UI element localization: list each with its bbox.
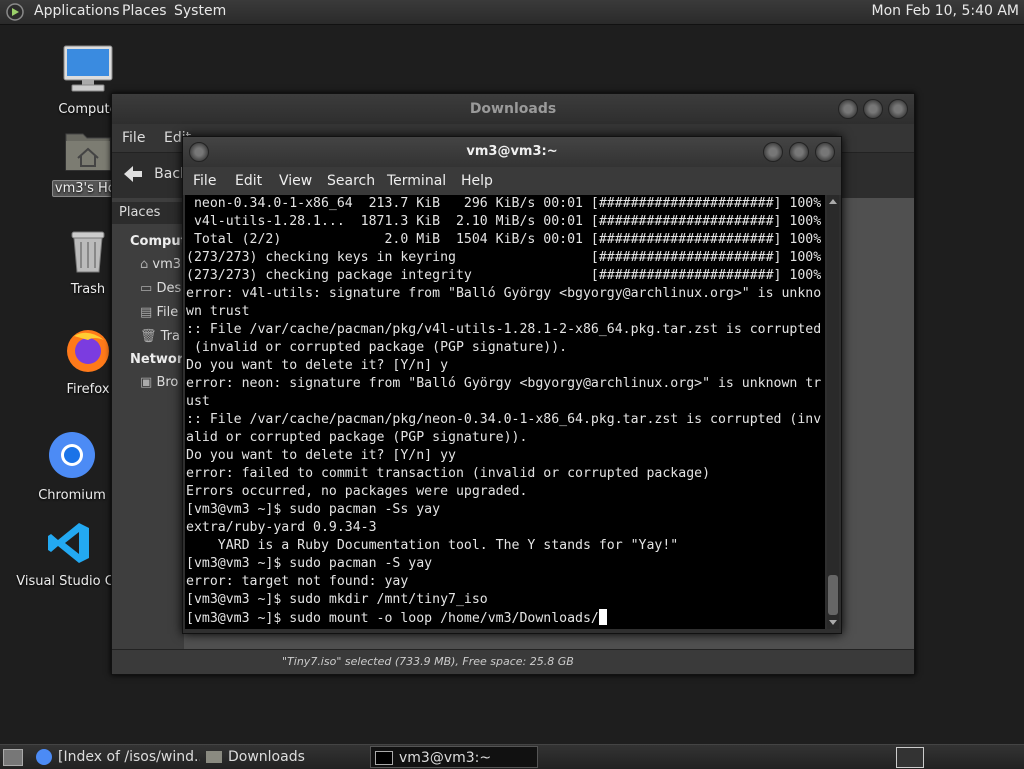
clock[interactable]: Mon Feb 10, 5:40 AM (872, 3, 1019, 19)
scrollbar-thumb[interactable] (828, 575, 838, 615)
firefox-icon (67, 330, 109, 372)
terminal-line: alid or corrupted package (PGP signature… (186, 430, 528, 445)
taskbar-item-terminal[interactable]: vm3@vm3:~ (370, 746, 538, 768)
applications-menu[interactable]: Applications (34, 3, 120, 19)
window-title: vm3@vm3:~ (466, 144, 558, 159)
terminal-line: v4l-utils-1.28.1... 1871.3 KiB 2.10 MiB/… (186, 214, 822, 229)
terminal-titlebar[interactable]: vm3@vm3:~ (183, 137, 841, 167)
terminal-menubar: File Edit View Search Terminal Help (183, 167, 841, 195)
chromium-icon (49, 432, 95, 478)
desktop-icon-label: Visual Studio Co (16, 574, 122, 589)
workspace-switcher[interactable] (896, 747, 924, 768)
places-menu[interactable]: Places (122, 3, 167, 19)
scroll-up-icon[interactable] (829, 199, 837, 204)
terminal-line: ust (186, 394, 210, 409)
terminal-line: error: target not found: yay (186, 574, 409, 589)
sidebar-item-browse-network[interactable]: ▣ Bro (140, 375, 178, 390)
terminal-screen[interactable]: neon-0.34.0-1-x86_64 213.7 KiB 296 KiB/s… (185, 195, 825, 629)
sidebar-item-home[interactable]: ⌂ vm3 (140, 257, 181, 272)
sidebar-item-label: Bro (156, 375, 179, 390)
terminal-line: Errors occurred, no packages were upgrad… (186, 484, 528, 499)
taskbar-item-browser[interactable]: [Index of /isos/wind... (36, 746, 200, 768)
terminal-icon (375, 751, 393, 765)
folder-icon (206, 751, 222, 763)
terminal-line: Total (2/2) 2.0 MiB 1504 KiB/s 00:01 [##… (186, 232, 822, 247)
desktop-icon-vscode[interactable]: Visual Studio Co (14, 520, 124, 589)
terminal-line: error: neon: signature from "Balló Györg… (186, 376, 822, 391)
menu-edit[interactable]: Edit (235, 173, 262, 189)
desktop-icon: ▭ (140, 281, 153, 296)
terminal-line: YARD is a Ruby Documentation tool. The Y… (186, 538, 679, 553)
browser-icon (36, 749, 52, 765)
places-header[interactable]: Places (112, 202, 184, 224)
terminal-line: (273/273) checking keys in keyring [####… (186, 250, 822, 265)
terminal-line: (273/273) checking package integrity [##… (186, 268, 822, 283)
computer-icon (63, 45, 113, 92)
top-panel: Applications Places System Mon Feb 10, 5… (0, 0, 1024, 25)
sidebar-item-label: File (156, 305, 179, 320)
trash-icon: 🗑 (140, 329, 157, 344)
sidebar-item-label: vm3 (152, 257, 182, 272)
arrow-left-icon (124, 166, 142, 182)
status-bar: "Tiny7.iso" selected (733.9 MB), Free sp… (112, 649, 914, 674)
menu-file[interactable]: File (193, 173, 216, 189)
filesystem-icon: ▤ (140, 305, 153, 320)
file-manager-titlebar[interactable]: Downloads (112, 94, 914, 124)
menu-file[interactable]: File (122, 130, 145, 146)
trash-icon (71, 231, 105, 273)
home-folder-icon (65, 133, 111, 171)
taskbar-item-downloads[interactable]: Downloads (206, 746, 366, 768)
terminal-line: wn trust (186, 304, 250, 319)
menu-search[interactable]: Search (327, 173, 375, 189)
terminal-cursor (598, 609, 607, 625)
terminal-line: :: File /var/cache/pacman/pkg/v4l-utils-… (186, 322, 822, 337)
close-button[interactable] (815, 142, 835, 162)
desktop-icon-label: Chromium (38, 488, 106, 503)
terminal-line: Do you want to delete it? [Y/n] y (186, 358, 449, 373)
window-title: Downloads (469, 101, 557, 117)
bottom-panel: [Index of /isos/wind... Downloads vm3@vm… (0, 744, 1024, 769)
places-sidebar: Places Compute ⌂ vm3 ▭ Desk ▤ File 🗑 Tra… (112, 198, 196, 650)
menu-terminal[interactable]: Terminal (387, 173, 446, 189)
minimize-button[interactable] (838, 99, 858, 119)
terminal-line: extra/ruby-yard 0.9.34-3 (186, 520, 377, 535)
taskbar-item-label: [Index of /isos/wind... (58, 749, 200, 765)
terminal-line: (invalid or corrupted package (PGP signa… (186, 340, 568, 355)
terminal-line: [vm3@vm3 ~]$ sudo mkdir /mnt/tiny7_iso (186, 592, 488, 607)
maximize-button[interactable] (863, 99, 883, 119)
terminal-window[interactable]: vm3@vm3:~ File Edit View Search Terminal… (182, 136, 842, 634)
terminal-line: Do you want to delete it? [Y/n] yy (186, 448, 456, 463)
vscode-icon (48, 523, 89, 563)
sidebar-item-filesystem[interactable]: ▤ File (140, 305, 178, 320)
maximize-button[interactable] (789, 142, 809, 162)
home-icon: ⌂ (140, 257, 149, 272)
sidebar-item-trash[interactable]: 🗑 Tra (140, 329, 180, 344)
terminal-line: error: failed to commit transaction (inv… (186, 466, 711, 481)
terminal-line: :: File /var/cache/pacman/pkg/neon-0.34.… (186, 412, 822, 427)
sidebar-item-label: Tra (160, 329, 180, 344)
minimize-button[interactable] (763, 142, 783, 162)
status-text: "Tiny7.iso" selected (733.9 MB), Free sp… (282, 655, 574, 668)
system-menu[interactable]: System (174, 3, 226, 19)
desktop-icon-chromium[interactable]: Chromium (24, 430, 120, 503)
close-button[interactable] (888, 99, 908, 119)
network-icon: ▣ (140, 375, 153, 390)
terminal-scrollbar[interactable] (827, 195, 839, 629)
scroll-down-icon[interactable] (829, 620, 837, 625)
terminal-line: error: v4l-utils: signature from "Balló … (186, 286, 822, 301)
terminal-output: neon-0.34.0-1-x86_64 213.7 KiB 296 KiB/s… (185, 195, 825, 628)
mate-logo-icon[interactable] (6, 3, 24, 21)
show-desktop-icon[interactable] (3, 749, 23, 766)
taskbar-item-label: vm3@vm3:~ (399, 750, 492, 766)
terminal-line: neon-0.34.0-1-x86_64 213.7 KiB 296 KiB/s… (186, 196, 822, 211)
terminal-line: [vm3@vm3 ~]$ sudo pacman -Ss yay (186, 502, 441, 517)
back-button[interactable]: Back (122, 164, 188, 184)
terminal-line: [vm3@vm3 ~]$ sudo pacman -S yay (186, 556, 433, 571)
menu-help[interactable]: Help (461, 173, 493, 189)
menu-view[interactable]: View (279, 173, 312, 189)
terminal-line: [vm3@vm3 ~]$ sudo mount -o loop /home/vm… (186, 611, 599, 626)
taskbar-item-label: Downloads (228, 749, 305, 765)
